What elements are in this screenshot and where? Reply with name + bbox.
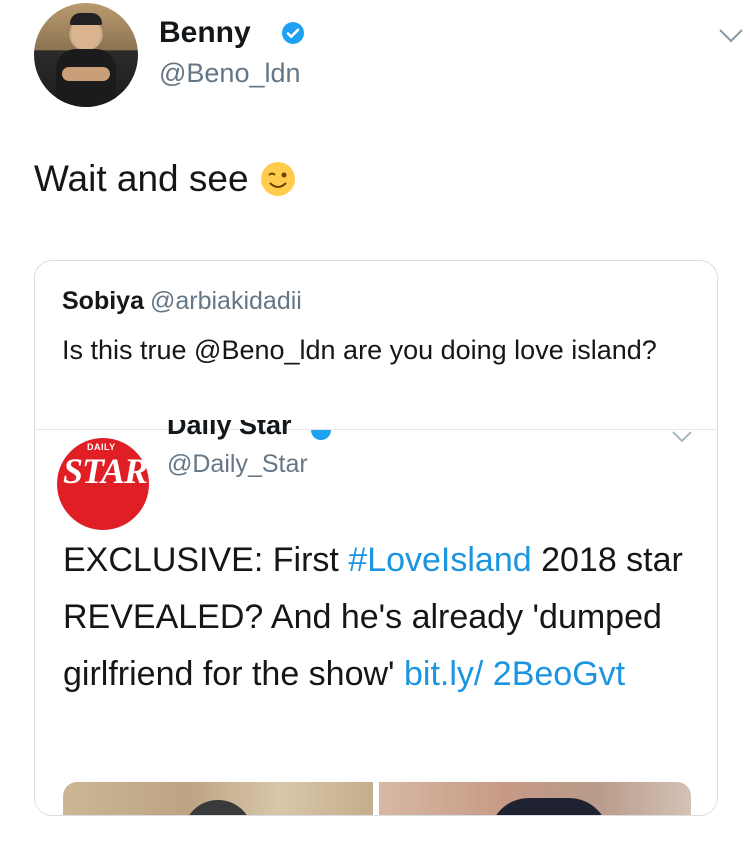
- embedded-author-name-text: Daily Star: [167, 420, 292, 440]
- quoted-tweet-text: Is this true @Beno_ldn are you doing lov…: [62, 335, 657, 365]
- daily-star-logo: DAILY STAR: [57, 438, 149, 530]
- verified-badge-icon: [282, 22, 304, 44]
- embedded-text-part1: EXCLUSIVE: First: [63, 541, 349, 579]
- quoted-author-handle: @arbiakidadii: [149, 287, 302, 315]
- chevron-down-icon: [672, 431, 692, 443]
- embedded-author-handle: @Daily_Star: [167, 450, 308, 478]
- winking-face-icon: [260, 162, 295, 196]
- embedded-author-name: Daily Star: [167, 420, 292, 442]
- author-name[interactable]: Benny: [159, 16, 251, 50]
- chevron-down-icon[interactable]: [718, 28, 744, 44]
- quoted-tweet-card[interactable]: Sobiya @arbiakidadii Is this true @Beno_l…: [34, 260, 718, 816]
- media-thumbnail-right: [379, 782, 691, 815]
- url-link: bit.ly/ 2BeoGvt: [403, 655, 626, 693]
- tweet-body: Wait and see: [34, 158, 249, 199]
- hashtag-link: #LoveIsland: [348, 541, 532, 579]
- embedded-tweet-text: EXCLUSIVE: First #LoveIsland 2018 star R…: [63, 532, 693, 703]
- media-thumbnail-left: [63, 782, 373, 815]
- quoted-author: Sobiya @arbiakidadii: [62, 287, 302, 316]
- quoted-author-name: Sobiya: [62, 287, 144, 315]
- author-handle[interactable]: @Beno_ldn: [159, 58, 301, 89]
- avatar[interactable]: [34, 3, 138, 107]
- verified-badge-icon: [311, 430, 331, 440]
- tweet-header: Benny @Beno_ldn: [34, 0, 743, 118]
- logo-text: STAR: [63, 451, 148, 491]
- tweet-text: Wait and see: [34, 158, 297, 200]
- embedded-tweet-image: DAILY STAR Daily Star @Daily_Star EXCLUS…: [35, 420, 717, 815]
